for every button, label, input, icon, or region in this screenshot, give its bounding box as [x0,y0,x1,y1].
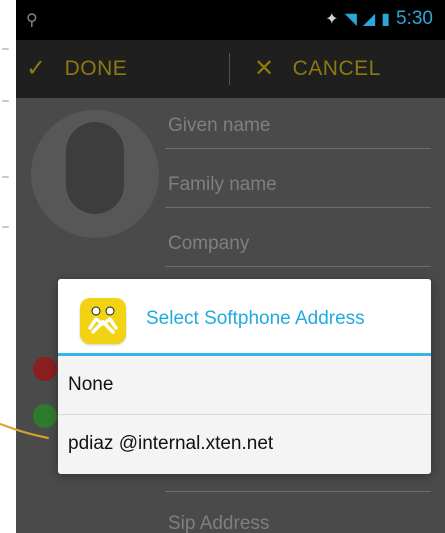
field-label: Company [168,233,250,254]
dialog-header: Select Softphone Address [58,279,431,353]
close-icon: ✕ [254,55,275,82]
softphone-app-icon [80,298,126,344]
outer-tick [2,100,9,102]
field-underline [165,148,431,149]
cancel-label: CANCEL [292,57,381,80]
cancel-button[interactable]: ✕ CANCEL [254,40,381,98]
field-underline [165,266,431,267]
battery-icon: ▮ [381,9,391,28]
dialog-option-none[interactable]: None [58,356,431,414]
outer-page-margin [0,340,16,533]
field-underline [165,491,431,492]
screenshot-root: ⚲ ✦ ◥ ◢ ▮ 5:30 ✓ DONE ✕ CANCEL Given nam… [0,0,445,533]
done-label: DONE [64,57,128,80]
dialog-option-label: None [68,374,114,395]
usb-icon: ⚲ [26,10,38,29]
check-icon: ✓ [26,55,47,82]
dialog-option-label: pdiaz @internal.xten.net [68,433,274,454]
wifi-icon: ◥ [344,9,357,28]
field-label: Given name [168,115,271,136]
field-label: Family name [168,174,277,195]
action-divider [229,53,230,85]
status-time: 5:30 [396,8,433,29]
company-field[interactable]: Company [165,223,431,267]
family-name-field[interactable]: Family name [165,164,431,208]
field-underline [165,207,431,208]
add-field-icon[interactable] [33,404,57,428]
action-bar: ✓ DONE ✕ CANCEL [16,40,445,98]
softphone-app-icon-graphic [88,306,118,334]
outer-tick [2,176,9,178]
sip-address-label[interactable]: Sip Address [168,513,269,533]
outer-page-border [0,0,17,340]
select-softphone-dialog: Select Softphone Address None pdiaz @int… [58,279,431,474]
remove-field-icon[interactable] [33,357,57,381]
phone-screen: ⚲ ✦ ◥ ◢ ▮ 5:30 ✓ DONE ✕ CANCEL Given nam… [16,0,445,533]
signal-icon: ◢ [362,9,376,28]
dialog-option-address[interactable]: pdiaz @internal.xten.net [58,415,431,473]
dialog-title: Select Softphone Address [146,308,365,329]
contact-avatar[interactable] [31,110,159,238]
done-button[interactable]: ✓ DONE [26,40,127,98]
outer-tick [2,48,9,50]
given-name-field[interactable]: Given name [165,105,431,149]
status-right-icons: ✦ ◥ ◢ ▮ 5:30 [325,8,433,30]
status-bar: ⚲ ✦ ◥ ◢ ▮ 5:30 [16,0,445,40]
mute-icon: ✦ [325,9,339,28]
outer-tick [2,226,9,228]
